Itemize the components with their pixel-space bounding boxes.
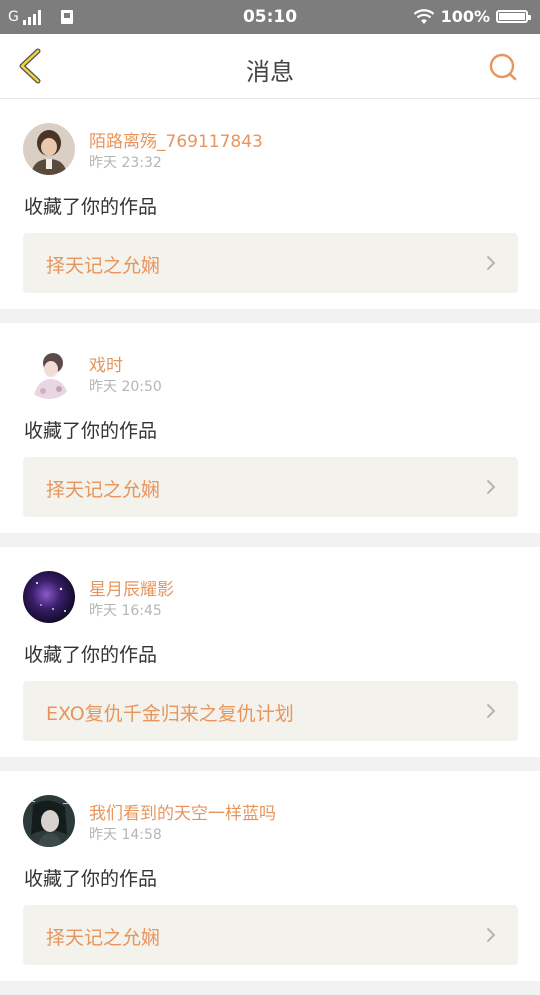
work-title: 择天记之允娴 [46, 479, 161, 501]
username[interactable]: 陌路离殇_769117843 [89, 127, 263, 152]
action-text: 收藏了你的作品 [24, 868, 158, 890]
message-card: 星月辰耀影 昨天 16:45 收藏了你的作品 EXO复仇千金归来之复仇计划 [0, 547, 540, 757]
timestamp: 昨天 16:45 [89, 603, 162, 619]
status-right: 100% [413, 7, 531, 26]
page-title: 消息 [246, 58, 294, 86]
chevron-right-icon [487, 256, 496, 270]
timestamp: 昨天 20:50 [89, 379, 162, 395]
username[interactable]: 戏时 [89, 351, 123, 376]
work-title: 择天记之允娴 [46, 255, 161, 277]
message-card: 戏时 昨天 20:50 收藏了你的作品 择天记之允娴 [0, 323, 540, 533]
work-link[interactable]: 择天记之允娴 [23, 905, 518, 965]
avatar[interactable] [23, 795, 75, 847]
avatar[interactable] [23, 571, 75, 623]
battery-icon [496, 10, 531, 23]
action-text: 收藏了你的作品 [24, 644, 158, 666]
chevron-right-icon [487, 928, 496, 942]
timestamp: 昨天 23:32 [89, 155, 162, 171]
message-card: 陌路离殇_769117843 昨天 23:32 收藏了你的作品 择天记之允娴 [0, 99, 540, 309]
username[interactable]: 星月辰耀影 [89, 575, 174, 600]
action-text: 收藏了你的作品 [24, 196, 158, 218]
battery-percent: 100% [440, 7, 490, 26]
timestamp: 昨天 14:58 [89, 827, 162, 843]
avatar[interactable] [23, 347, 75, 399]
work-link[interactable]: EXO复仇千金归来之复仇计划 [23, 681, 518, 741]
work-link[interactable]: 择天记之允娴 [23, 457, 518, 517]
wifi-icon [413, 8, 434, 24]
message-card: 我们看到的天空一样蓝吗 昨天 14:58 收藏了你的作品 择天记之允娴 [0, 771, 540, 981]
work-title: 择天记之允娴 [46, 927, 161, 949]
search-icon[interactable] [488, 52, 518, 82]
message-list: 陌路离殇_769117843 昨天 23:32 收藏了你的作品 择天记之允娴 戏… [0, 99, 540, 995]
app-header: 消息 [0, 34, 540, 99]
username[interactable]: 我们看到的天空一样蓝吗 [89, 799, 276, 824]
chevron-right-icon [487, 480, 496, 494]
avatar[interactable] [23, 123, 75, 175]
action-text: 收藏了你的作品 [24, 420, 158, 442]
work-link[interactable]: 择天记之允娴 [23, 233, 518, 293]
status-bar: G 05:10 100% [0, 0, 540, 34]
chevron-right-icon [487, 704, 496, 718]
work-title: EXO复仇千金归来之复仇计划 [46, 703, 294, 725]
